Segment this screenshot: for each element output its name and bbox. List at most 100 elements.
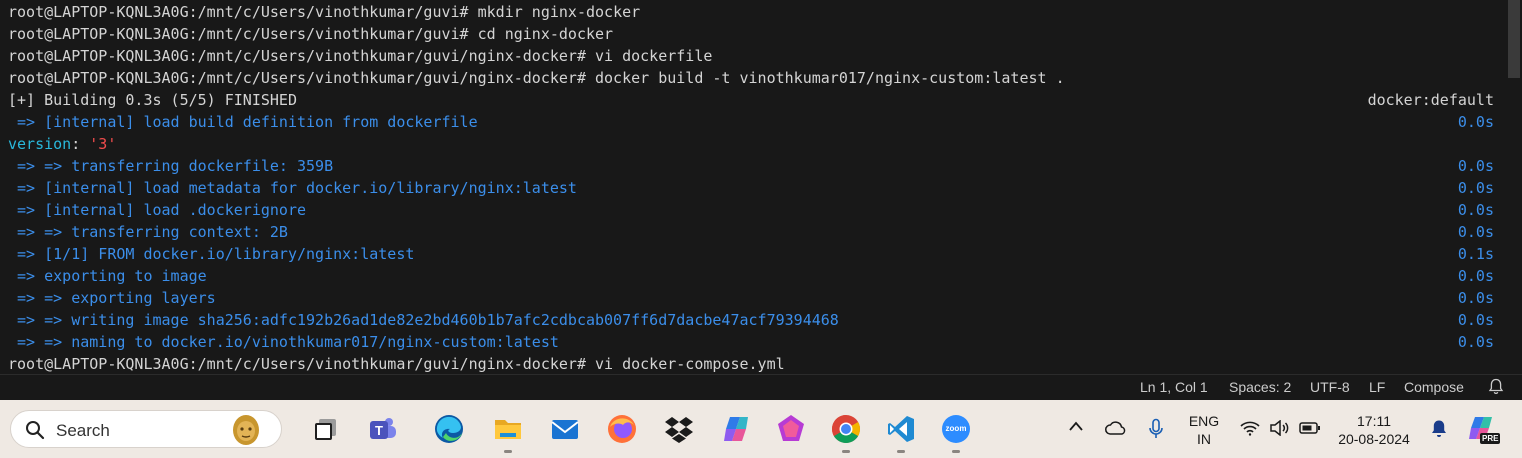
copilot-app-icon[interactable] — [720, 413, 752, 445]
prompt-text: root@LAPTOP-KQNL3A0G:/mnt/c/Users/vinoth… — [8, 3, 478, 21]
prompt-text: root@LAPTOP-KQNL3A0G:/mnt/c/Users/vinoth… — [8, 47, 595, 65]
build-step-duration: 0.0s — [1457, 113, 1494, 131]
terminal-line: root@LAPTOP-KQNL3A0G:/mnt/c/Users/vinoth… — [0, 23, 1506, 45]
file-explorer-icon[interactable] — [492, 413, 524, 445]
copilot-icon[interactable]: PRE — [1466, 414, 1501, 447]
command-text: vi docker-compose.yml — [595, 355, 785, 373]
build-step-duration: 0.0s — [1457, 179, 1494, 197]
dropbox-icon[interactable] — [663, 413, 695, 445]
build-step-line: => => exporting layers 0.0s — [0, 287, 1506, 309]
build-step-duration: 0.0s — [1457, 157, 1494, 175]
vertical-scrollbar[interactable] — [1506, 0, 1522, 374]
build-step-line: => => transferring dockerfile: 359B 0.0s — [0, 155, 1506, 177]
notifications-bell-icon[interactable] — [1488, 378, 1504, 399]
vscode-icon[interactable] — [885, 413, 917, 445]
yaml-version-line: version: '3' — [0, 133, 1506, 155]
zoom-icon[interactable]: zoom — [940, 413, 972, 445]
terminal-line: root@LAPTOP-KQNL3A0G:/mnt/c/Users/vinoth… — [0, 45, 1506, 67]
build-step-text: => [internal] load .dockerignore — [8, 201, 307, 219]
battery-icon[interactable] — [1299, 421, 1321, 438]
running-indicator — [897, 450, 905, 453]
build-step-line: => [1/1] FROM docker.io/library/nginx:la… — [0, 243, 1506, 265]
build-status-line: [+] Building 0.3s (5/5) FINISHED docker:d… — [0, 89, 1506, 111]
terminal-line: root@LAPTOP-KQNL3A0G:/mnt/c/Users/vinoth… — [0, 353, 1506, 375]
build-step-line: => => naming to docker.io/vinothkumar017… — [0, 331, 1506, 353]
firefox-icon[interactable] — [606, 413, 638, 445]
command-text: mkdir nginx-docker — [477, 3, 641, 21]
search-highlight-icon — [233, 415, 259, 445]
build-step-text: => [internal] load build definition from… — [8, 113, 478, 131]
build-step-text: => => transferring context: 2B — [8, 223, 288, 241]
build-step-line: => => writing image sha256:adfc192b26ad1… — [0, 309, 1506, 331]
zoom-icon-label: zoom — [945, 424, 967, 433]
language-mode-selector[interactable]: Compose — [1404, 379, 1464, 395]
status-bar: Ln 1, Col 1 Spaces: 2 UTF-8 LF Compose — [0, 374, 1522, 400]
build-step-line: => [internal] load metadata for docker.i… — [0, 177, 1506, 199]
prompt-text: root@LAPTOP-KQNL3A0G:/mnt/c/Users/vinoth… — [8, 25, 478, 43]
running-indicator — [952, 450, 960, 453]
yaml-separator: : — [71, 135, 90, 153]
clock-date: 20-08-2024 — [1338, 431, 1410, 447]
encoding-selector[interactable]: UTF-8 — [1310, 379, 1350, 395]
volume-icon[interactable] — [1269, 419, 1289, 439]
mail-icon[interactable] — [549, 413, 581, 445]
command-text: cd nginx-docker — [477, 25, 614, 43]
edge-icon[interactable] — [433, 413, 465, 445]
build-step-duration: 0.0s — [1457, 267, 1494, 285]
clipchamp-icon[interactable] — [775, 413, 807, 445]
builder-name: docker:default — [1367, 91, 1494, 109]
build-step-text: => => transferring dockerfile: 359B — [8, 157, 334, 175]
task-view-icon[interactable] — [310, 413, 342, 445]
running-indicator — [504, 450, 512, 453]
search-icon — [26, 421, 45, 440]
build-step-line: => => transferring context: 2B 0.0s — [0, 221, 1506, 243]
teams-icon[interactable]: T — [367, 413, 399, 445]
build-step-duration: 0.0s — [1457, 223, 1494, 241]
search-label: Search — [56, 421, 110, 440]
yaml-key: version — [8, 135, 72, 153]
input-language-indicator[interactable]: ENG IN — [1186, 412, 1222, 448]
build-step-duration: 0.1s — [1457, 245, 1494, 263]
build-step-line: => [internal] load build definition from… — [0, 111, 1506, 133]
language-code: ENG — [1188, 413, 1220, 429]
build-step-duration: 0.0s — [1457, 289, 1494, 307]
build-step-duration: 0.0s — [1457, 333, 1494, 351]
clock-time: 17:11 — [1357, 413, 1391, 429]
copilot-preview-badge: PRE — [1480, 433, 1501, 444]
show-hidden-icons-chevron-up-icon[interactable] — [1068, 419, 1084, 436]
chrome-icon[interactable] — [830, 413, 862, 445]
scrollbar-thumb[interactable] — [1508, 0, 1520, 78]
build-step-line: => exporting to image 0.0s — [0, 265, 1506, 287]
cursor-position[interactable]: Ln 1, Col 1 — [1140, 379, 1208, 395]
command-text: vi dockerfile — [595, 47, 713, 65]
clock[interactable]: 17:11 20-08-2024 — [1336, 412, 1412, 448]
build-step-duration: 0.0s — [1457, 201, 1494, 219]
build-step-text: => => exporting layers — [8, 289, 216, 307]
taskbar: Search T zoom ENG IN 17:11 20-08-2024 PR… — [0, 400, 1522, 458]
taskbar-search-box[interactable]: Search — [10, 410, 282, 448]
build-step-line: => [internal] load .dockerignore 0.0s — [0, 199, 1506, 221]
build-step-text: => => naming to docker.io/vinothkumar017… — [8, 333, 559, 351]
prompt-text: root@LAPTOP-KQNL3A0G:/mnt/c/Users/vinoth… — [8, 355, 595, 373]
build-status-text: [+] Building 0.3s (5/5) FINISHED — [8, 91, 297, 109]
microphone-icon[interactable] — [1148, 418, 1164, 443]
notification-bell-icon[interactable] — [1430, 419, 1448, 442]
terminal-line: root@LAPTOP-KQNL3A0G:/mnt/c/Users/vinoth… — [0, 1, 1506, 23]
prompt-text: root@LAPTOP-KQNL3A0G:/mnt/c/Users/vinoth… — [8, 69, 595, 87]
build-step-text: => [1/1] FROM docker.io/library/nginx:la… — [8, 245, 415, 263]
terminal-line: root@LAPTOP-KQNL3A0G:/mnt/c/Users/vinoth… — [0, 67, 1506, 89]
eol-selector[interactable]: LF — [1369, 379, 1385, 395]
onedrive-cloud-icon[interactable] — [1104, 420, 1128, 439]
yaml-value: '3' — [89, 135, 117, 153]
build-step-text: => => writing image sha256:adfc192b26ad1… — [8, 311, 839, 329]
svg-text:T: T — [375, 423, 383, 438]
build-step-text: => [internal] load metadata for docker.i… — [8, 179, 577, 197]
running-indicator — [842, 450, 850, 453]
command-text: docker build -t vinothkumar017/nginx-cus… — [595, 69, 1065, 87]
indentation-setting[interactable]: Spaces: 2 — [1229, 379, 1291, 395]
terminal-panel[interactable]: root@LAPTOP-KQNL3A0G:/mnt/c/Users/vinoth… — [0, 0, 1506, 374]
build-step-text: => exporting to image — [8, 267, 207, 285]
region-code: IN — [1197, 431, 1211, 447]
build-step-duration: 0.0s — [1457, 311, 1494, 329]
wifi-icon[interactable] — [1240, 420, 1260, 439]
